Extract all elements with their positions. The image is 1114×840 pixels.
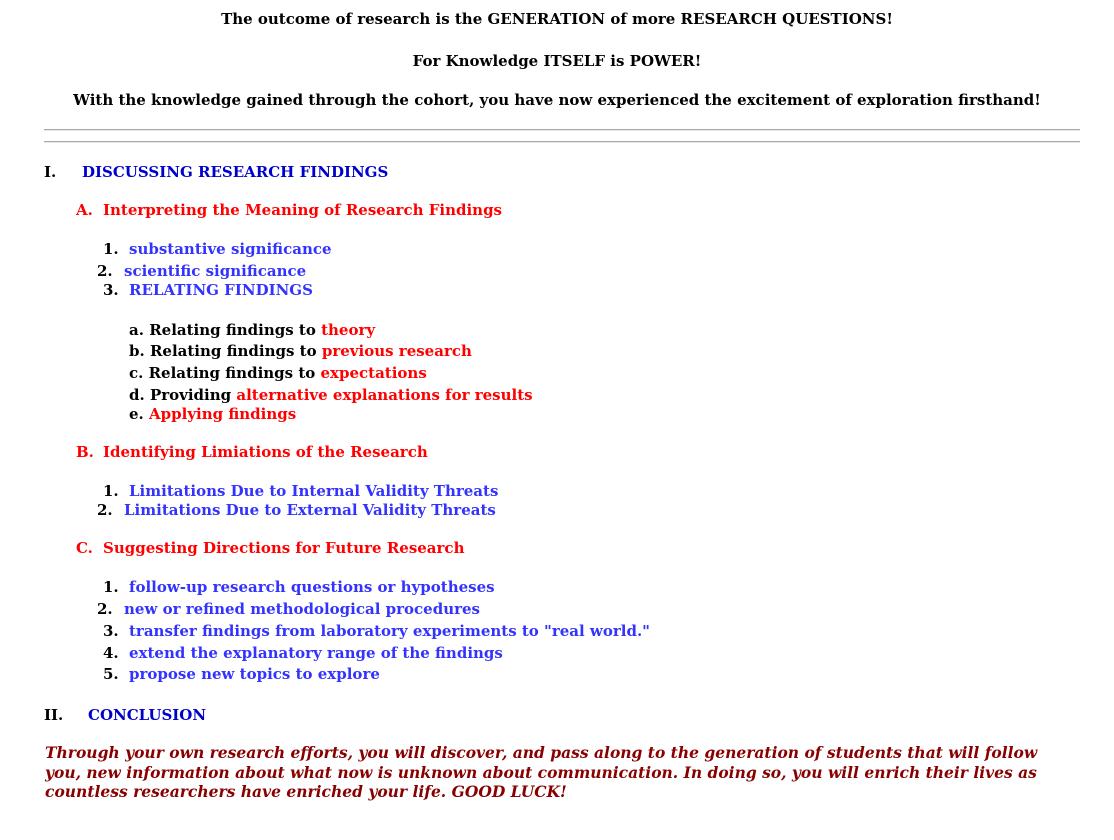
sub-item-d: d. Providing alternative explanations fo…: [129, 386, 533, 404]
sub-item-highlight: previous research: [321, 342, 472, 360]
section-1-numeral: I.: [44, 163, 57, 181]
subsection-c-letter: C.: [76, 539, 93, 557]
list-item-methodological: new or refined methodological procedures: [124, 600, 480, 618]
list-item-number: 2.: [97, 262, 113, 280]
list-item-number: 1.: [103, 482, 119, 500]
subsection-b-letter: B.: [76, 443, 94, 461]
list-item-number: 4.: [103, 644, 119, 662]
sub-item-prefix: Relating findings to: [149, 342, 317, 360]
list-item-extend: extend the explanatory range of the find…: [129, 644, 503, 662]
subsection-b-title: Identifying Limiations of the Research: [103, 443, 428, 461]
sub-item-prefix: Relating findings to: [149, 321, 316, 339]
sub-item-letter: e.: [129, 405, 144, 423]
list-item-number: 3.: [103, 281, 119, 299]
sub-item-highlight: theory: [321, 321, 376, 339]
sub-item-b: b. Relating findings to previous researc…: [129, 342, 472, 360]
subsection-a-letter: A.: [76, 201, 93, 219]
sub-item-letter: a.: [129, 321, 144, 339]
divider-rule-2: [44, 141, 1080, 143]
list-item-propose: propose new topics to explore: [129, 665, 380, 683]
list-item-follow-up: follow-up research questions or hypothes…: [129, 578, 495, 596]
list-item-number: 5.: [103, 665, 119, 683]
list-item-number: 3.: [103, 622, 119, 640]
sub-item-highlight: Applying findings: [149, 405, 297, 423]
sub-item-highlight: expectations: [320, 364, 427, 382]
sub-item-letter: c.: [129, 364, 144, 382]
list-item-substantive: substantive significance: [129, 240, 332, 258]
section-2-title: CONCLUSION: [88, 706, 207, 724]
list-item-internal-validity: Limitations Due to Internal Validity Thr…: [129, 482, 499, 500]
sub-item-prefix: Relating findings to: [148, 364, 316, 382]
header-line-3: With the knowledge gained through the co…: [73, 91, 1041, 109]
sub-item-c: c. Relating findings to expectations: [129, 364, 427, 382]
closing-paragraph: Through your own research efforts, you w…: [45, 743, 1038, 801]
list-item-transfer: transfer findings from laboratory experi…: [129, 622, 650, 640]
list-item-number: 2.: [97, 501, 113, 519]
sub-item-letter: b.: [129, 342, 145, 360]
header-line-2: For Knowledge ITSELF is POWER!: [412, 52, 702, 70]
list-item-number: 1.: [103, 240, 119, 258]
subsection-a-title: Interpreting the Meaning of Research Fin…: [103, 201, 503, 219]
list-item-scientific: scientific significance: [124, 262, 307, 280]
divider-rule-1: [44, 129, 1080, 131]
sub-item-prefix: Providing: [149, 386, 232, 404]
list-item-external-validity: Limitations Due to External Validity Thr…: [124, 501, 496, 519]
sub-item-letter: d.: [129, 386, 145, 404]
sub-item-e: e. Applying findings: [129, 405, 296, 423]
list-item-number: 1.: [103, 578, 119, 596]
subsection-c-title: Suggesting Directions for Future Researc…: [103, 539, 465, 557]
header-line-1: The outcome of research is the GENERATIO…: [221, 10, 893, 28]
list-item-number: 2.: [97, 600, 113, 618]
section-1-title: DISCUSSING RESEARCH FINDINGS: [82, 163, 389, 181]
list-item-relating-findings: RELATING FINDINGS: [129, 281, 313, 299]
sub-item-a: a. Relating findings to theory: [129, 321, 375, 339]
sub-item-highlight: alternative explanations for results: [236, 386, 533, 404]
section-2-numeral: II.: [44, 706, 64, 724]
